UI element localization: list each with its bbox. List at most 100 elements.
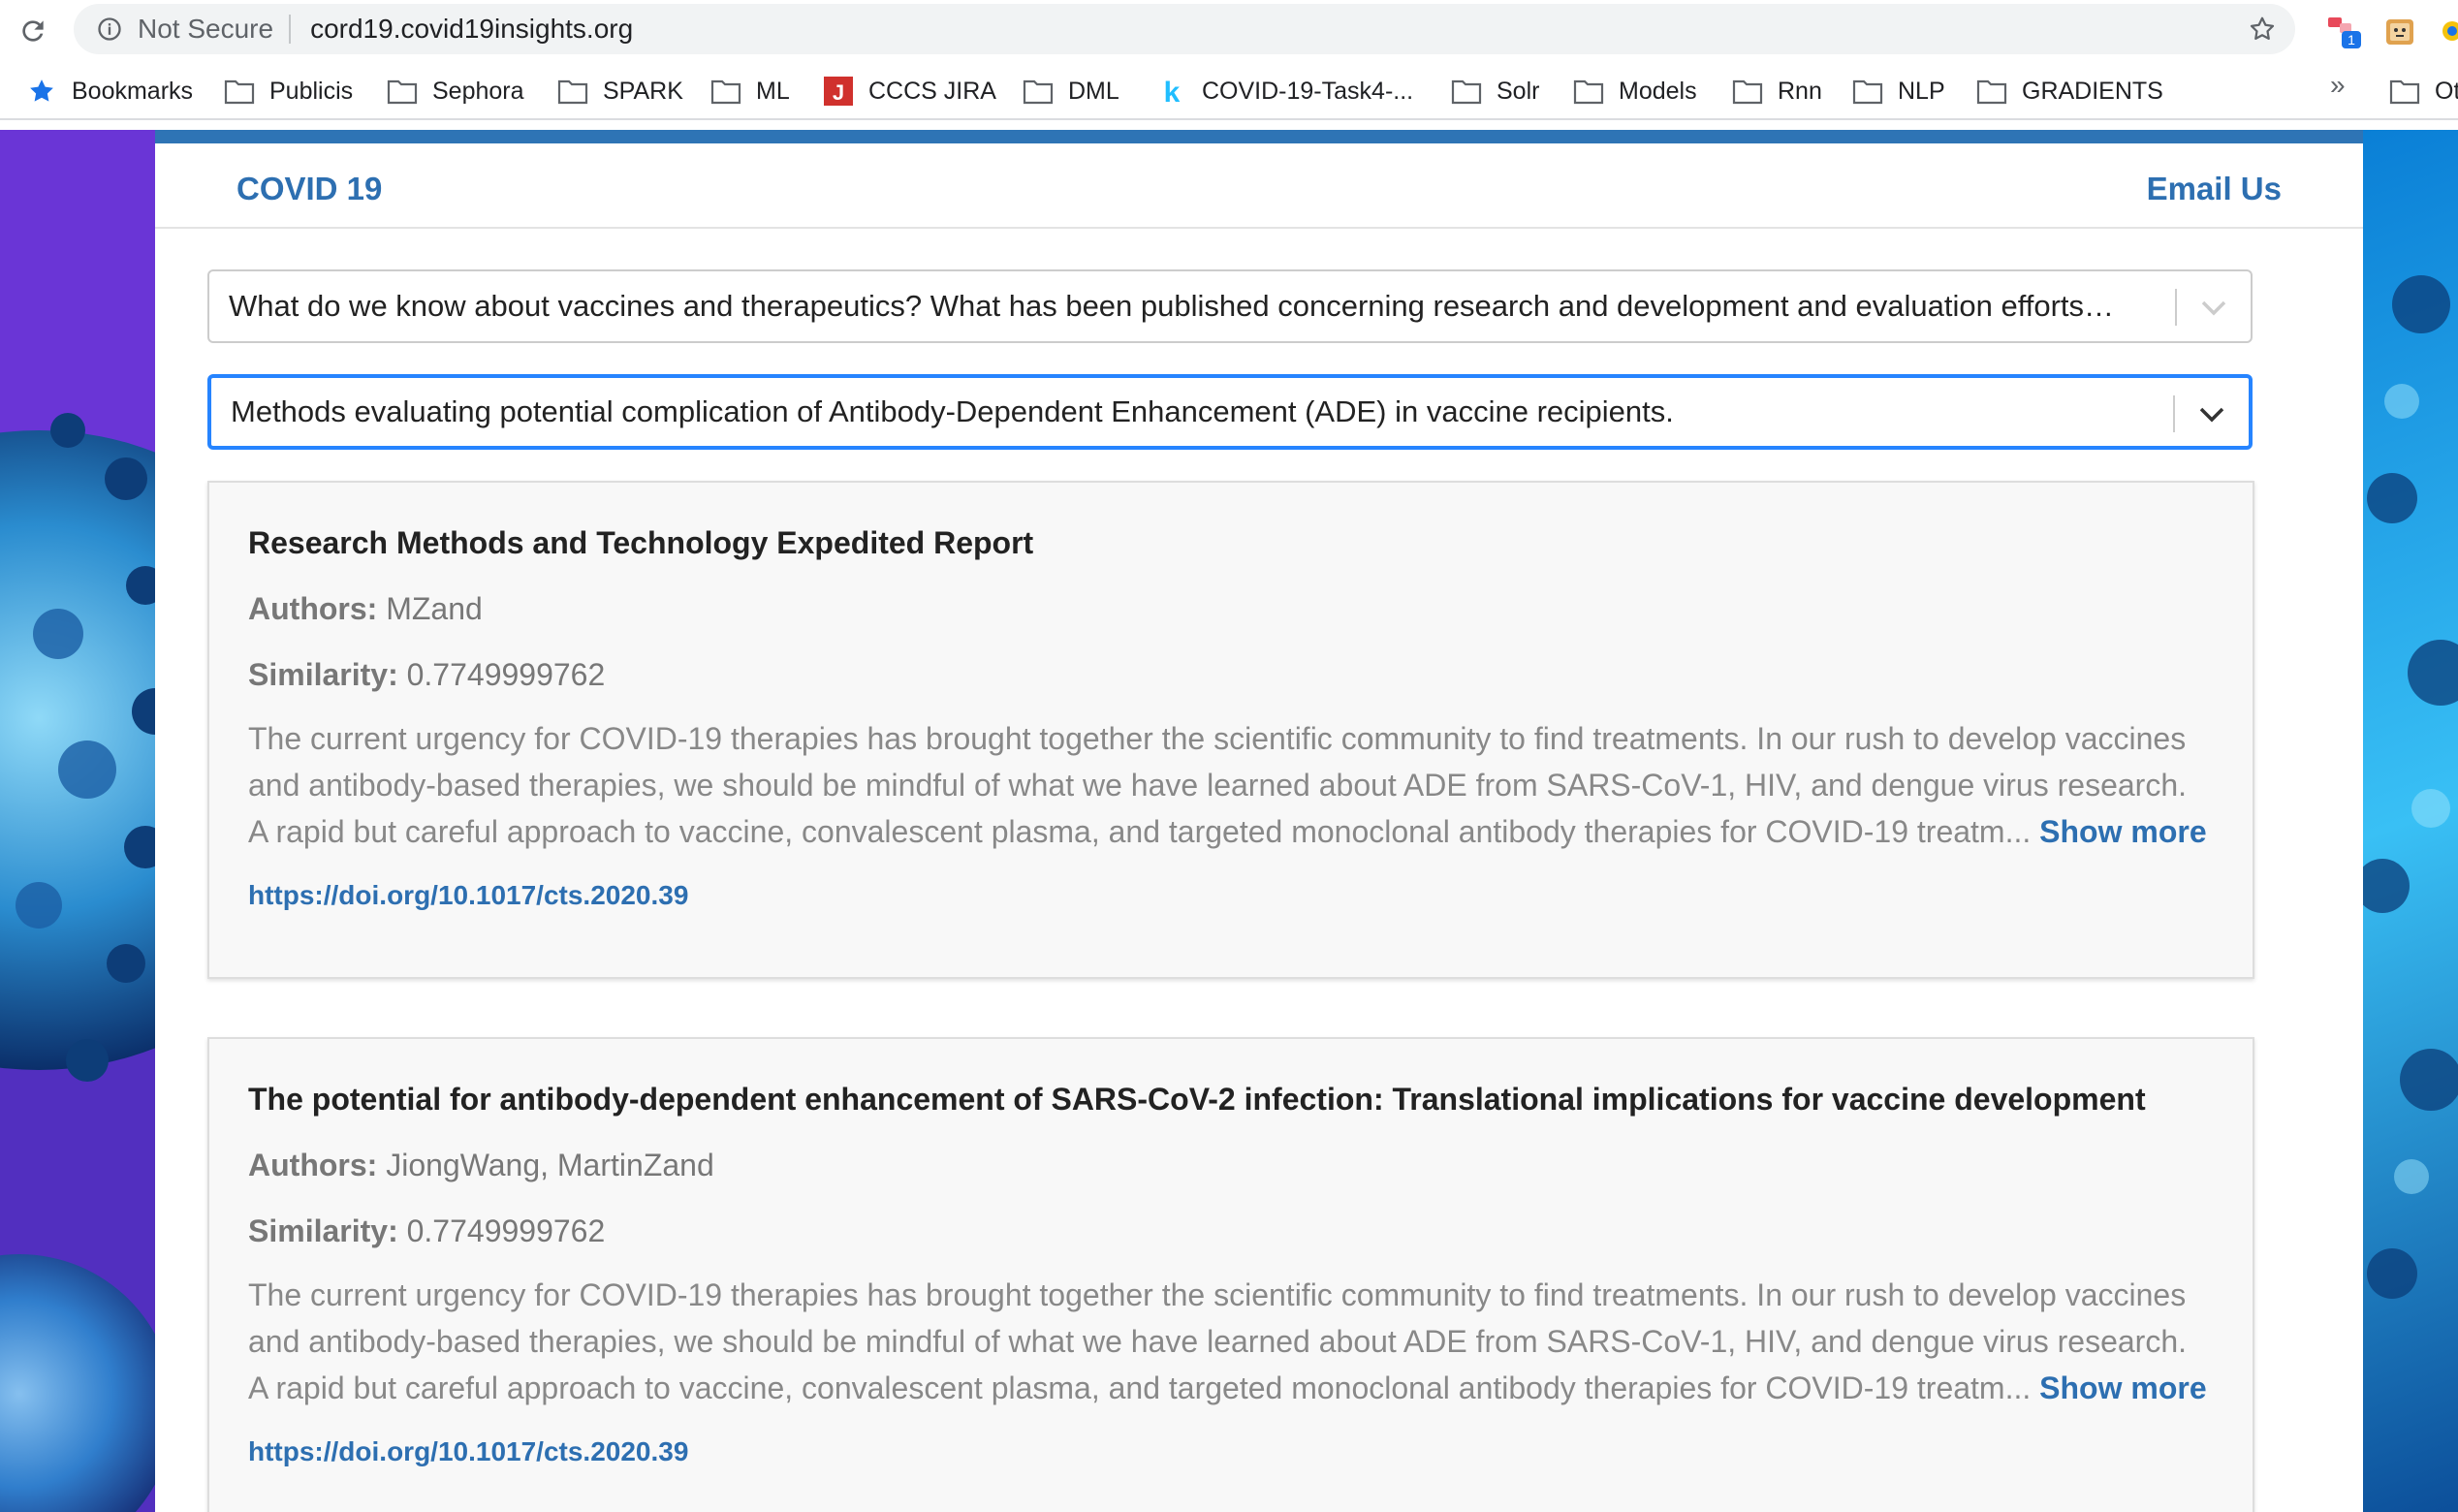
question-select[interactable]: What do we know about vaccines and thera… (207, 269, 2253, 343)
abstract-line: and antibody-based therapies, we should … (248, 768, 2187, 803)
bookmark-item[interactable]: Sephora (386, 72, 524, 110)
authors-label: Authors: (248, 1148, 378, 1182)
extension-icon[interactable]: 1 (2324, 12, 2363, 50)
folder-icon (1022, 75, 1055, 108)
bookmark-item[interactable]: ML (709, 72, 790, 110)
folder-icon (556, 75, 589, 108)
bookmark-label: Publicis (269, 77, 354, 105)
bookmark-item[interactable]: Rnn (1731, 72, 1822, 110)
abstract-line: A rapid but careful approach to vaccine,… (248, 814, 2032, 849)
folder-icon (709, 75, 742, 108)
similarity-value: 0.7749999762 (406, 657, 606, 692)
bookmark-item[interactable]: J CCCS JIRA (822, 72, 996, 110)
svg-text:J: J (833, 80, 844, 105)
result-abstract: The current urgency for COVID-19 therapi… (248, 715, 2225, 855)
bookmark-item[interactable]: Models (1572, 72, 1697, 110)
folder-icon (1450, 75, 1483, 108)
authors-label: Authors: (248, 591, 378, 626)
authors-value: JiongWang, MartinZand (386, 1148, 714, 1182)
site-navbar: COVID 19 Email Us (155, 143, 2363, 229)
result-title: Research Methods and Technology Expedite… (248, 525, 1034, 560)
extension-partial-icon[interactable] (2433, 12, 2458, 50)
result-card: The potential for antibody-dependent enh… (207, 1037, 2254, 1512)
bookmark-label: SPARK (603, 77, 683, 105)
kaggle-icon: k (1155, 75, 1188, 108)
abstract-line-last: A rapid but careful approach to vaccine,… (248, 808, 2225, 855)
result-authors: Authors: MZand (248, 591, 483, 627)
folder-icon (386, 75, 419, 108)
info-icon[interactable] (95, 15, 124, 44)
jira-icon: J (822, 75, 855, 108)
doi-link[interactable]: https://doi.org/10.1017/cts.2020.39 (248, 1436, 688, 1467)
authors-value: MZand (386, 591, 483, 626)
svg-text:k: k (1164, 77, 1181, 106)
bookmark-item[interactable]: Solr (1450, 72, 1539, 110)
extension-badge: 1 (2348, 32, 2355, 47)
bookmark-item[interactable]: Ot (2388, 72, 2458, 110)
security-label: Not Secure (138, 14, 274, 44)
abstract-line: and antibody-based therapies, we should … (248, 1324, 2187, 1359)
subtopic-select-value: Methods evaluating potential complicatio… (231, 394, 1674, 428)
bookmark-label: Solr (1497, 77, 1540, 105)
chevron-down-icon[interactable] (2194, 397, 2229, 432)
result-similarity: Similarity: 0.7749999762 (248, 1213, 605, 1249)
bookmark-label: GRADIENTS (2022, 77, 2163, 105)
bookmarks-bar: Bookmarks Publicis Sephora SPARK ML J CC… (0, 62, 2458, 120)
reload-icon[interactable] (14, 12, 52, 50)
star-icon (25, 75, 58, 108)
doi-link[interactable]: https://doi.org/10.1017/cts.2020.39 (248, 880, 688, 911)
result-authors: Authors: JiongWang, MartinZand (248, 1148, 714, 1183)
accent-bar (155, 130, 2363, 143)
subtopic-select[interactable]: Methods evaluating potential complicatio… (207, 374, 2253, 450)
similarity-value: 0.7749999762 (406, 1213, 606, 1248)
folder-icon (1975, 75, 2008, 108)
email-us-link[interactable]: Email Us (2147, 171, 2282, 207)
result-card: Research Methods and Technology Expedite… (207, 481, 2254, 979)
result-title: The potential for antibody-dependent enh… (248, 1082, 2146, 1117)
bookmark-item[interactable]: DML (1022, 72, 1119, 110)
similarity-label: Similarity: (248, 1213, 398, 1248)
virus-background-image (2363, 130, 2458, 1512)
bookmark-item[interactable]: k COVID-19-Task4-... (1155, 72, 1413, 110)
profile-extension-icon[interactable] (2380, 12, 2419, 50)
page-background: COVID 19 Email Us What do we know about … (0, 130, 2458, 1512)
browser-toolbar: Not Secure cord19.covid19insights.org 1 (0, 0, 2458, 62)
show-more-link[interactable]: Show more (2039, 1370, 2206, 1405)
bookmark-item[interactable]: NLP (1851, 72, 1945, 110)
url-text[interactable]: cord19.covid19insights.org (310, 14, 633, 45)
bookmark-label: Rnn (1778, 77, 1822, 105)
address-bar[interactable]: Not Secure cord19.covid19insights.org (74, 4, 2295, 54)
address-divider (289, 15, 292, 44)
show-more-link[interactable]: Show more (2039, 814, 2206, 849)
result-similarity: Similarity: 0.7749999762 (248, 657, 605, 693)
bookmark-label: Bookmarks (72, 77, 194, 105)
folder-icon (223, 75, 256, 108)
main-panel: COVID 19 Email Us What do we know about … (155, 130, 2363, 1512)
bookmark-star-icon[interactable] (2247, 14, 2278, 45)
bookmark-label: Models (1619, 77, 1697, 105)
folder-icon (1731, 75, 1764, 108)
abstract-line-last: A rapid but careful approach to vaccine,… (248, 1365, 2225, 1411)
select-divider (2175, 289, 2177, 326)
site-brand-link[interactable]: COVID 19 (236, 171, 382, 207)
folder-icon (1572, 75, 1605, 108)
similarity-label: Similarity: (248, 657, 398, 692)
question-select-value: What do we know about vaccines and thera… (229, 289, 2115, 323)
select-divider (2173, 395, 2175, 432)
bookmarks-overflow-button[interactable]: » (2330, 70, 2346, 101)
bookmark-label: NLP (1898, 77, 1945, 105)
abstract-line: A rapid but careful approach to vaccine,… (248, 1370, 2032, 1405)
bookmark-item[interactable]: SPARK (556, 72, 683, 110)
bookmark-item[interactable]: GRADIENTS (1975, 72, 2163, 110)
bookmark-item[interactable]: Bookmarks (25, 72, 193, 110)
bookmark-label: Sephora (432, 77, 524, 105)
folder-icon (1851, 75, 1884, 108)
virus-background-image (0, 130, 155, 1512)
chevron-down-icon[interactable] (2196, 291, 2231, 326)
folder-icon (2388, 75, 2421, 108)
bookmark-label: Ot (2435, 77, 2458, 105)
result-abstract: The current urgency for COVID-19 therapi… (248, 1272, 2225, 1411)
abstract-line: The current urgency for COVID-19 therapi… (248, 1277, 2187, 1312)
bookmark-label: DML (1068, 77, 1119, 105)
bookmark-item[interactable]: Publicis (223, 72, 353, 110)
